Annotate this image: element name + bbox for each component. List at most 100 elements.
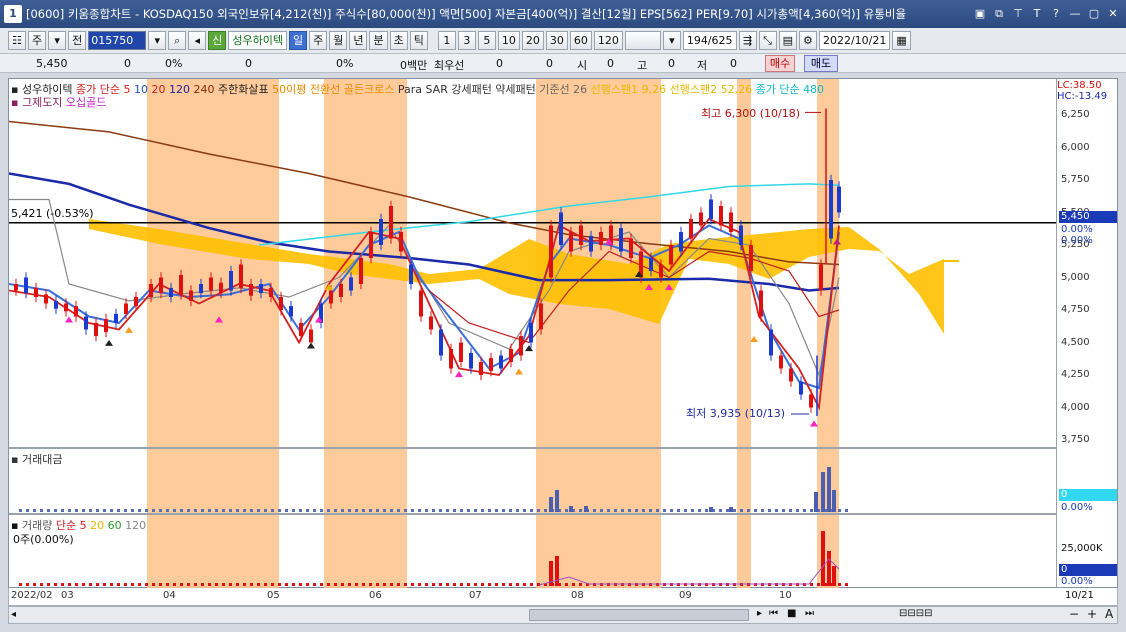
candle-body (104, 319, 108, 333)
interval-20[interactable]: 20 (521, 31, 544, 50)
scroll-left-icon[interactable]: ◂ (11, 609, 16, 620)
pin-icon[interactable]: ⊤ (1011, 7, 1025, 21)
amount-bar (691, 509, 694, 512)
interval-5[interactable]: 5 (477, 31, 496, 50)
minimize-icon[interactable]: — (1068, 7, 1082, 21)
interval-30[interactable]: 30 (545, 31, 568, 50)
candle-body (799, 381, 803, 395)
interval-3[interactable]: 3 (457, 31, 476, 50)
save-icon[interactable]: ▤ (778, 31, 797, 50)
legend-item[interactable]: 120 (166, 83, 190, 96)
zoom-icon[interactable]: ⊟⊟⊟⊟ (899, 608, 933, 619)
scroll-thumb[interactable] (529, 609, 749, 621)
price-chart-svg[interactable] (9, 79, 1119, 589)
first-icon[interactable]: ⏮ (769, 608, 778, 619)
credit-badge[interactable]: 신 (208, 31, 227, 50)
interval-120[interactable]: 120 (593, 31, 623, 50)
amount-bar (709, 507, 713, 512)
tool-icon[interactable]: ⤡ (758, 31, 777, 50)
horizontal-scrollbar[interactable]: ◂ ▸ ⏮ ■ ⏭ ⊟⊟⊟⊟ − + A (8, 606, 1118, 624)
legend-item[interactable]: 10 (131, 83, 148, 96)
date-input[interactable]: 2022/10/21 (818, 31, 891, 50)
legend2-item[interactable]: 오십골드 (62, 96, 107, 109)
market-select[interactable]: 전 (68, 31, 87, 50)
period-year[interactable]: 년 (349, 31, 368, 50)
amount-bar (425, 509, 428, 512)
legend-item[interactable]: 20 (148, 83, 166, 96)
settings-icon[interactable]: ☷ (8, 31, 26, 50)
type-select[interactable]: 주 (28, 31, 47, 50)
close-icon[interactable]: ✕ (1106, 7, 1120, 21)
legend-item[interactable]: 50이평 전환선 골든크로스 (269, 83, 394, 96)
lc-label: LC:38.50 (1057, 80, 1102, 91)
period-month[interactable]: 월 (329, 31, 348, 50)
legend-item[interactable]: 주한화살표 (215, 83, 269, 96)
interval-60[interactable]: 60 (569, 31, 592, 50)
high-value: 0 (668, 57, 675, 70)
code-input[interactable]: 015750 (88, 31, 147, 50)
volume-bar (411, 583, 414, 586)
legend-item[interactable]: 기준선 26 (536, 83, 587, 96)
date-tick: 10 (779, 590, 792, 601)
interval-custom-input[interactable] (624, 31, 661, 50)
search-icon[interactable]: ⌕ (168, 31, 187, 50)
legend-item[interactable]: 선행스팬1 9,26 (587, 83, 666, 96)
zoom-out-icon[interactable]: − (1069, 607, 1079, 621)
window-controls: ▣ ⧉ ⊤ T ? — ▢ ✕ (973, 7, 1120, 21)
period-week[interactable]: 주 (309, 31, 328, 50)
legend-item[interactable]: Para SAR 강세패턴 (394, 83, 492, 96)
date-tick: 07 (469, 590, 482, 601)
candle-body (54, 300, 58, 309)
dropdown-icon[interactable]: ▾ (48, 31, 67, 50)
legend-item[interactable]: 5 (120, 83, 131, 96)
indicator-legend[interactable]: ▪ 성우하이텍 종가 단순 5 10 20 120 240 주한화살표 50이평… (11, 81, 824, 97)
layout-icon[interactable]: ▣ (973, 7, 987, 21)
scroll-right-icon[interactable]: ▸ (757, 608, 762, 619)
chart-area[interactable]: ▪ 성우하이텍 종가 단순 5 10 20 120 240 주한화살표 50이평… (8, 78, 1119, 589)
volume-bar (460, 583, 463, 586)
restore-icon[interactable]: ▢ (1087, 7, 1101, 21)
legend-item[interactable]: 종가 단순 480 (752, 83, 824, 96)
last-icon[interactable]: ⏭ (805, 608, 814, 619)
volume-value-tag: 0 (1059, 564, 1117, 576)
indicator-icon[interactable]: ⇶ (738, 31, 757, 50)
amount-bar (82, 509, 85, 512)
chevron-down-icon[interactable]: ▾ (662, 31, 681, 50)
volume-bar (201, 583, 204, 586)
legend-item[interactable]: 선행스팬2 52,26 (666, 83, 752, 96)
amount-bar (26, 509, 29, 512)
sell-button[interactable]: 매도 (804, 55, 838, 72)
stop-icon[interactable]: ■ (787, 608, 796, 619)
indicator-legend-2[interactable]: ▪ 그제도지 오십골드 (11, 94, 106, 110)
amount-bar (607, 509, 610, 512)
volume-bar (138, 583, 141, 586)
hline-label: 5,421 (-0.53%) (11, 207, 94, 220)
speaker-icon[interactable]: ◂ (188, 31, 207, 50)
amount-bar (502, 509, 505, 512)
volume-bar (404, 583, 407, 586)
legend-item[interactable]: 약세패턴 (492, 83, 536, 96)
candle-body (579, 225, 583, 245)
gear-icon[interactable]: ⚙ (798, 31, 817, 50)
period-second[interactable]: 초 (389, 31, 408, 50)
volume-bar (362, 583, 365, 586)
calendar-icon[interactable]: ▦ (892, 31, 911, 50)
amount-pane-title: ▪ 거래대금 (11, 453, 63, 466)
buy-button[interactable]: 매수 (765, 55, 795, 72)
text-icon[interactable]: T (1030, 7, 1044, 21)
legend2-item[interactable]: ▪ 그제도지 (11, 96, 62, 109)
zoom-in-icon[interactable]: + (1087, 607, 1097, 621)
copy-icon[interactable]: ⧉ (992, 7, 1006, 21)
chevron-down-icon[interactable]: ▾ (148, 31, 167, 50)
help-icon[interactable]: ? (1049, 7, 1063, 21)
font-icon[interactable]: A (1105, 607, 1113, 621)
interval-1[interactable]: 1 (437, 31, 456, 50)
period-day[interactable]: 일 (288, 31, 308, 50)
legend-item[interactable]: 240 (190, 83, 215, 96)
period-minute[interactable]: 분 (369, 31, 388, 50)
period-tick[interactable]: 틱 (409, 31, 428, 50)
volume-bar (383, 583, 386, 586)
volume-bar (194, 583, 197, 586)
interval-10[interactable]: 10 (497, 31, 520, 50)
amount-bar (278, 509, 281, 512)
